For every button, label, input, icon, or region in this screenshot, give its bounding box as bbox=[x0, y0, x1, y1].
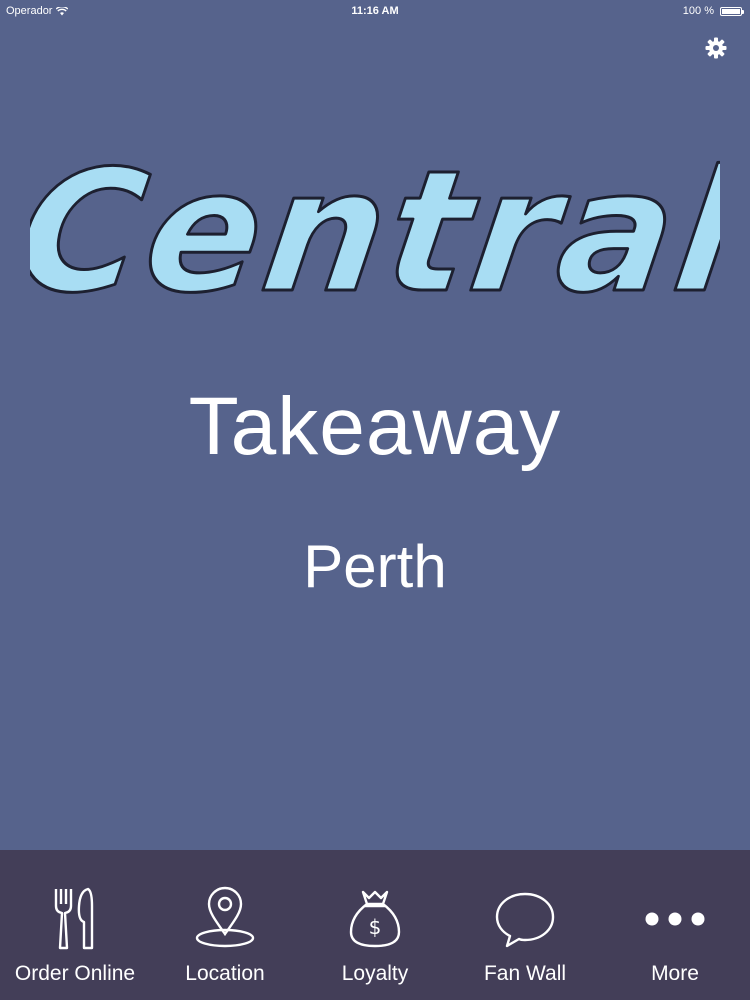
tab-label: Location bbox=[185, 962, 265, 985]
more-dots-icon bbox=[640, 884, 710, 954]
tab-label: Order Online bbox=[14, 962, 136, 985]
hero-subtitle: Perth bbox=[303, 533, 447, 600]
gear-icon bbox=[705, 37, 727, 59]
battery-percent: 100 % bbox=[682, 5, 714, 17]
status-right: 100 % bbox=[682, 0, 744, 22]
tab-more[interactable]: More bbox=[600, 850, 750, 1000]
settings-button[interactable] bbox=[704, 36, 728, 60]
svg-text:$: $ bbox=[369, 915, 382, 939]
central-logo: Central bbox=[30, 140, 720, 330]
status-bar: Operador 11:16 AM 100 % bbox=[0, 0, 750, 22]
tab-loyalty[interactable]: $ Loyalty bbox=[300, 850, 450, 1000]
tab-label: Loyalty bbox=[341, 962, 409, 985]
speech-bubble-icon bbox=[490, 884, 560, 954]
tab-label: Fan Wall bbox=[483, 962, 567, 985]
logo-wordmark: Central bbox=[30, 140, 720, 330]
tab-location[interactable]: Location bbox=[150, 850, 300, 1000]
tab-label: More bbox=[651, 962, 699, 985]
battery-fill bbox=[722, 8, 740, 14]
tab-bar: Order Online Location $ Loyalty Fan Wall… bbox=[0, 850, 750, 1000]
hero-title: Takeaway bbox=[188, 381, 562, 472]
money-bag-icon: $ bbox=[340, 884, 410, 954]
fork-knife-icon bbox=[40, 884, 110, 954]
battery-icon bbox=[720, 6, 744, 16]
app-screen: Operador 11:16 AM 100 % Central Takeaway… bbox=[0, 0, 750, 1000]
tab-fan-wall[interactable]: Fan Wall bbox=[450, 850, 600, 1000]
central-logo-art: Central bbox=[30, 140, 720, 330]
tab-order-online[interactable]: Order Online bbox=[0, 850, 150, 1000]
map-pin-icon bbox=[190, 884, 260, 954]
status-time: 11:16 AM bbox=[351, 5, 399, 17]
